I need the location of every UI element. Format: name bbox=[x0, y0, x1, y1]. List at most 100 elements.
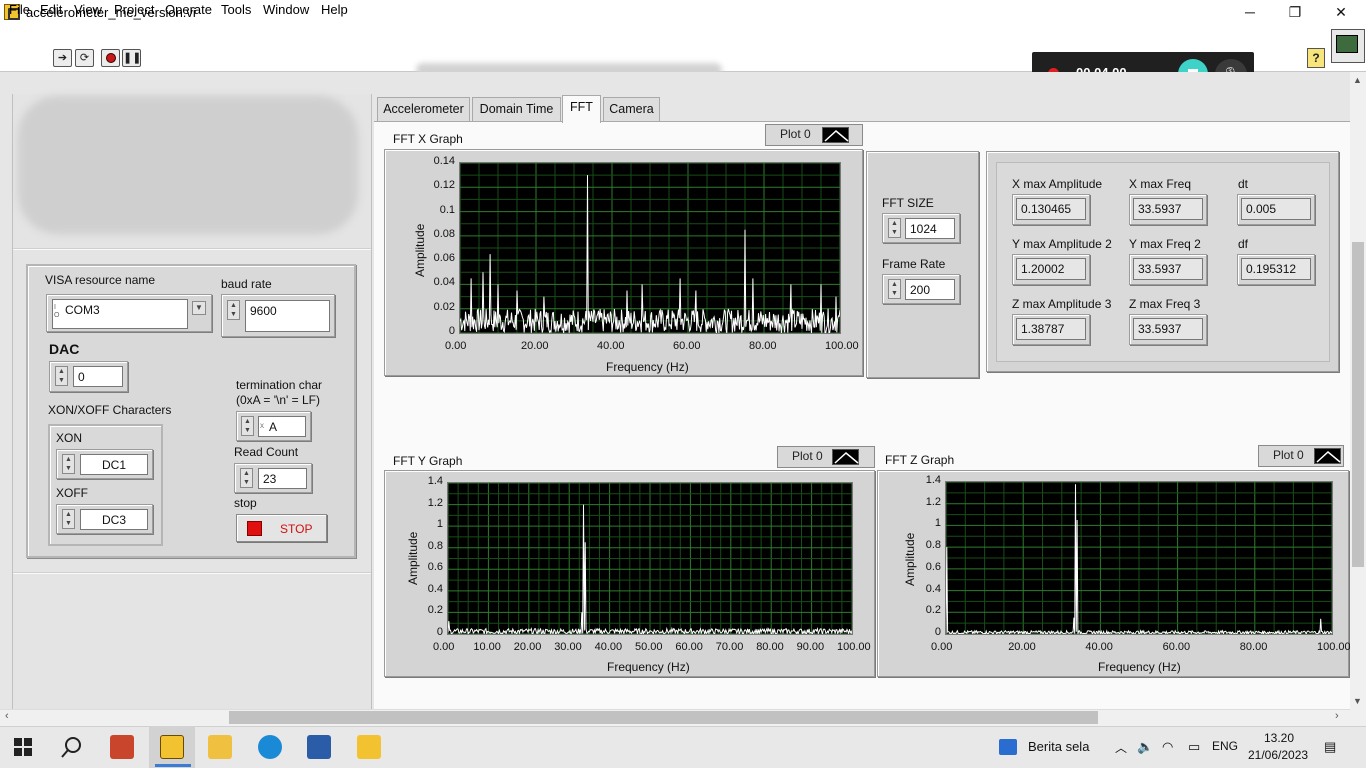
y-max-freq-label: Y max Freq 2 bbox=[1129, 237, 1201, 251]
fft-x-plot-area[interactable] bbox=[459, 162, 841, 334]
frame-rate-label: Frame Rate bbox=[882, 257, 946, 271]
news-widget-text[interactable]: Berita sela bbox=[1028, 739, 1089, 754]
clock-time[interactable]: 13.20 bbox=[1264, 731, 1294, 745]
read-count-field[interactable]: 23 bbox=[258, 468, 307, 489]
fft-z-x-tick-label: 0.00 bbox=[931, 641, 953, 653]
vertical-scroll-thumb[interactable] bbox=[1352, 242, 1364, 567]
fft-z-y-tick-label: 1.4 bbox=[925, 474, 941, 486]
windows-start-icon[interactable] bbox=[14, 738, 32, 756]
clock-date[interactable]: 21/06/2023 bbox=[1248, 748, 1308, 762]
scroll-right-icon[interactable]: › bbox=[1335, 710, 1339, 722]
tab-fft[interactable]: FFT bbox=[562, 95, 601, 123]
scroll-down-icon[interactable]: ▼ bbox=[1353, 696, 1362, 706]
menu-help[interactable]: Help bbox=[321, 2, 348, 17]
restore-button[interactable]: ❐ bbox=[1272, 0, 1318, 24]
scroll-left-icon[interactable]: ‹ bbox=[5, 710, 9, 722]
fft-z-x-tick-label: 100.00 bbox=[1317, 641, 1351, 653]
powerpoint-icon[interactable] bbox=[110, 735, 134, 759]
frame-rate-field[interactable]: 200 bbox=[905, 279, 955, 300]
file-explorer-icon[interactable] bbox=[208, 735, 232, 759]
termination-char-field[interactable]: A bbox=[258, 416, 306, 437]
fft-y-x-tick-label: 100.00 bbox=[837, 641, 871, 653]
fft-z-y-tick-label: 0.2 bbox=[925, 604, 941, 617]
scroll-up-icon[interactable]: ▲ bbox=[1353, 75, 1362, 85]
vi-icon bbox=[1331, 29, 1365, 63]
visa-resource-field[interactable]: COM3 bbox=[52, 299, 188, 329]
fft-y-plot-area[interactable] bbox=[447, 482, 853, 636]
menu-window[interactable]: Window bbox=[263, 2, 309, 17]
fft-y-y-tick-label: 0.4 bbox=[427, 582, 443, 595]
word-icon[interactable] bbox=[307, 735, 331, 759]
fft-y-x-tick-label: 10.00 bbox=[473, 641, 501, 653]
xoff-spinner[interactable]: ▲ ▼ bbox=[62, 509, 75, 529]
baud-rate-field[interactable]: 9600 bbox=[245, 300, 330, 332]
abort-icon[interactable] bbox=[101, 49, 120, 67]
visa-dropdown-arrow-icon[interactable]: ▼ bbox=[192, 301, 206, 315]
fft-z-plot-area[interactable] bbox=[945, 481, 1333, 636]
tab-domain-time[interactable]: Domain Time bbox=[472, 97, 561, 121]
xon-field[interactable]: DC1 bbox=[80, 454, 148, 475]
menu-view[interactable]: View bbox=[74, 2, 102, 17]
plot-line-swatch-icon bbox=[832, 449, 859, 465]
menu-tools[interactable]: Tools bbox=[221, 2, 251, 17]
menu-file[interactable]: File bbox=[9, 2, 30, 17]
tab-camera[interactable]: Camera bbox=[603, 97, 660, 121]
speaker-icon[interactable]: 🔈 bbox=[1137, 739, 1153, 755]
fft-y-plot-legend[interactable]: Plot 0 bbox=[777, 446, 875, 468]
context-help-button[interactable]: ? bbox=[1307, 48, 1325, 68]
news-widget-icon[interactable] bbox=[999, 739, 1017, 755]
tray-chevron-icon[interactable]: ︿ bbox=[1115, 739, 1127, 756]
language-indicator[interactable]: ENG bbox=[1212, 739, 1238, 753]
fft-size-field[interactable]: 1024 bbox=[905, 218, 955, 239]
close-button[interactable]: ✕ bbox=[1318, 0, 1364, 24]
battery-icon[interactable]: ▭ bbox=[1188, 739, 1200, 755]
fft-z-y-tick-label: 0 bbox=[934, 626, 941, 638]
fft-z-x-tick-label: 20.00 bbox=[1008, 641, 1036, 653]
menu-bar bbox=[0, 24, 1366, 44]
stop-label: stop bbox=[234, 496, 257, 510]
wifi-icon[interactable]: ◠ bbox=[1162, 739, 1173, 755]
y-max-amp-label: Y max Amplitude 2 bbox=[1012, 237, 1112, 251]
labview-project-icon[interactable] bbox=[357, 735, 381, 759]
fft-size-spinner[interactable]: ▲ ▼ bbox=[888, 218, 901, 238]
fft-y-x-tick-label: 40.00 bbox=[594, 641, 623, 653]
fft-z-x-tick-label: 80.00 bbox=[1239, 641, 1268, 653]
pause-icon[interactable]: ❚❚ bbox=[122, 49, 141, 67]
dac-spinner[interactable]: ▲ ▼ bbox=[55, 366, 68, 386]
z-max-amp-value: 1.38787 bbox=[1016, 318, 1086, 340]
fft-x-y-tick-label: 0.14 bbox=[433, 155, 455, 167]
edge-browser-icon[interactable] bbox=[258, 735, 282, 759]
run-arrow-icon[interactable]: ➔ bbox=[53, 49, 72, 67]
menu-project[interactable]: Project bbox=[114, 2, 154, 17]
termination-spinner[interactable]: ▲ ▼ bbox=[241, 416, 254, 436]
redacted-region bbox=[18, 96, 358, 234]
fft-y-y-tick-label: 0.6 bbox=[427, 561, 443, 574]
run-continuously-icon[interactable]: ⟳ bbox=[75, 49, 94, 67]
xoff-field[interactable]: DC3 bbox=[80, 509, 148, 530]
read-count-spinner[interactable]: ▲ ▼ bbox=[240, 468, 253, 488]
labview-taskbar-icon[interactable] bbox=[160, 735, 184, 759]
tab-accelerometer[interactable]: Accelerometer bbox=[377, 97, 470, 121]
active-indicator bbox=[155, 764, 191, 767]
baud-spinner[interactable]: ▲ ▼ bbox=[227, 300, 240, 320]
menu-edit[interactable]: Edit bbox=[40, 2, 62, 17]
menu-operate[interactable]: Operate bbox=[165, 2, 212, 17]
minimize-button[interactable]: ─ bbox=[1227, 0, 1273, 24]
frame-rate-spinner[interactable]: ▲ ▼ bbox=[888, 279, 901, 299]
fft-y-x-tick-label: 0.00 bbox=[433, 641, 455, 653]
fft-y-x-tick-label: 30.00 bbox=[554, 641, 582, 653]
fft-x-y-tick-label: 0 bbox=[448, 325, 455, 337]
notifications-icon[interactable]: ▤ bbox=[1324, 739, 1336, 755]
termination-hint: (0xA = '\n' = LF) bbox=[236, 393, 320, 407]
xon-spinner[interactable]: ▲ ▼ bbox=[62, 454, 75, 474]
dac-field[interactable]: 0 bbox=[73, 366, 123, 387]
horizontal-scroll-thumb[interactable] bbox=[229, 711, 1098, 724]
fft-y-xlabel: Frequency (Hz) bbox=[607, 660, 690, 674]
fft-y-x-tick-label: 80.00 bbox=[756, 641, 784, 653]
search-icon[interactable] bbox=[60, 735, 84, 759]
xon-label: XON bbox=[56, 431, 83, 445]
fft-y-ylabel: Amplitude bbox=[406, 531, 420, 585]
fft-x-x-tick-label: 40.00 bbox=[597, 340, 625, 352]
fft-x-graph-title: FFT X Graph bbox=[393, 132, 463, 146]
fft-x-y-tick-label: 0.1 bbox=[439, 203, 455, 216]
